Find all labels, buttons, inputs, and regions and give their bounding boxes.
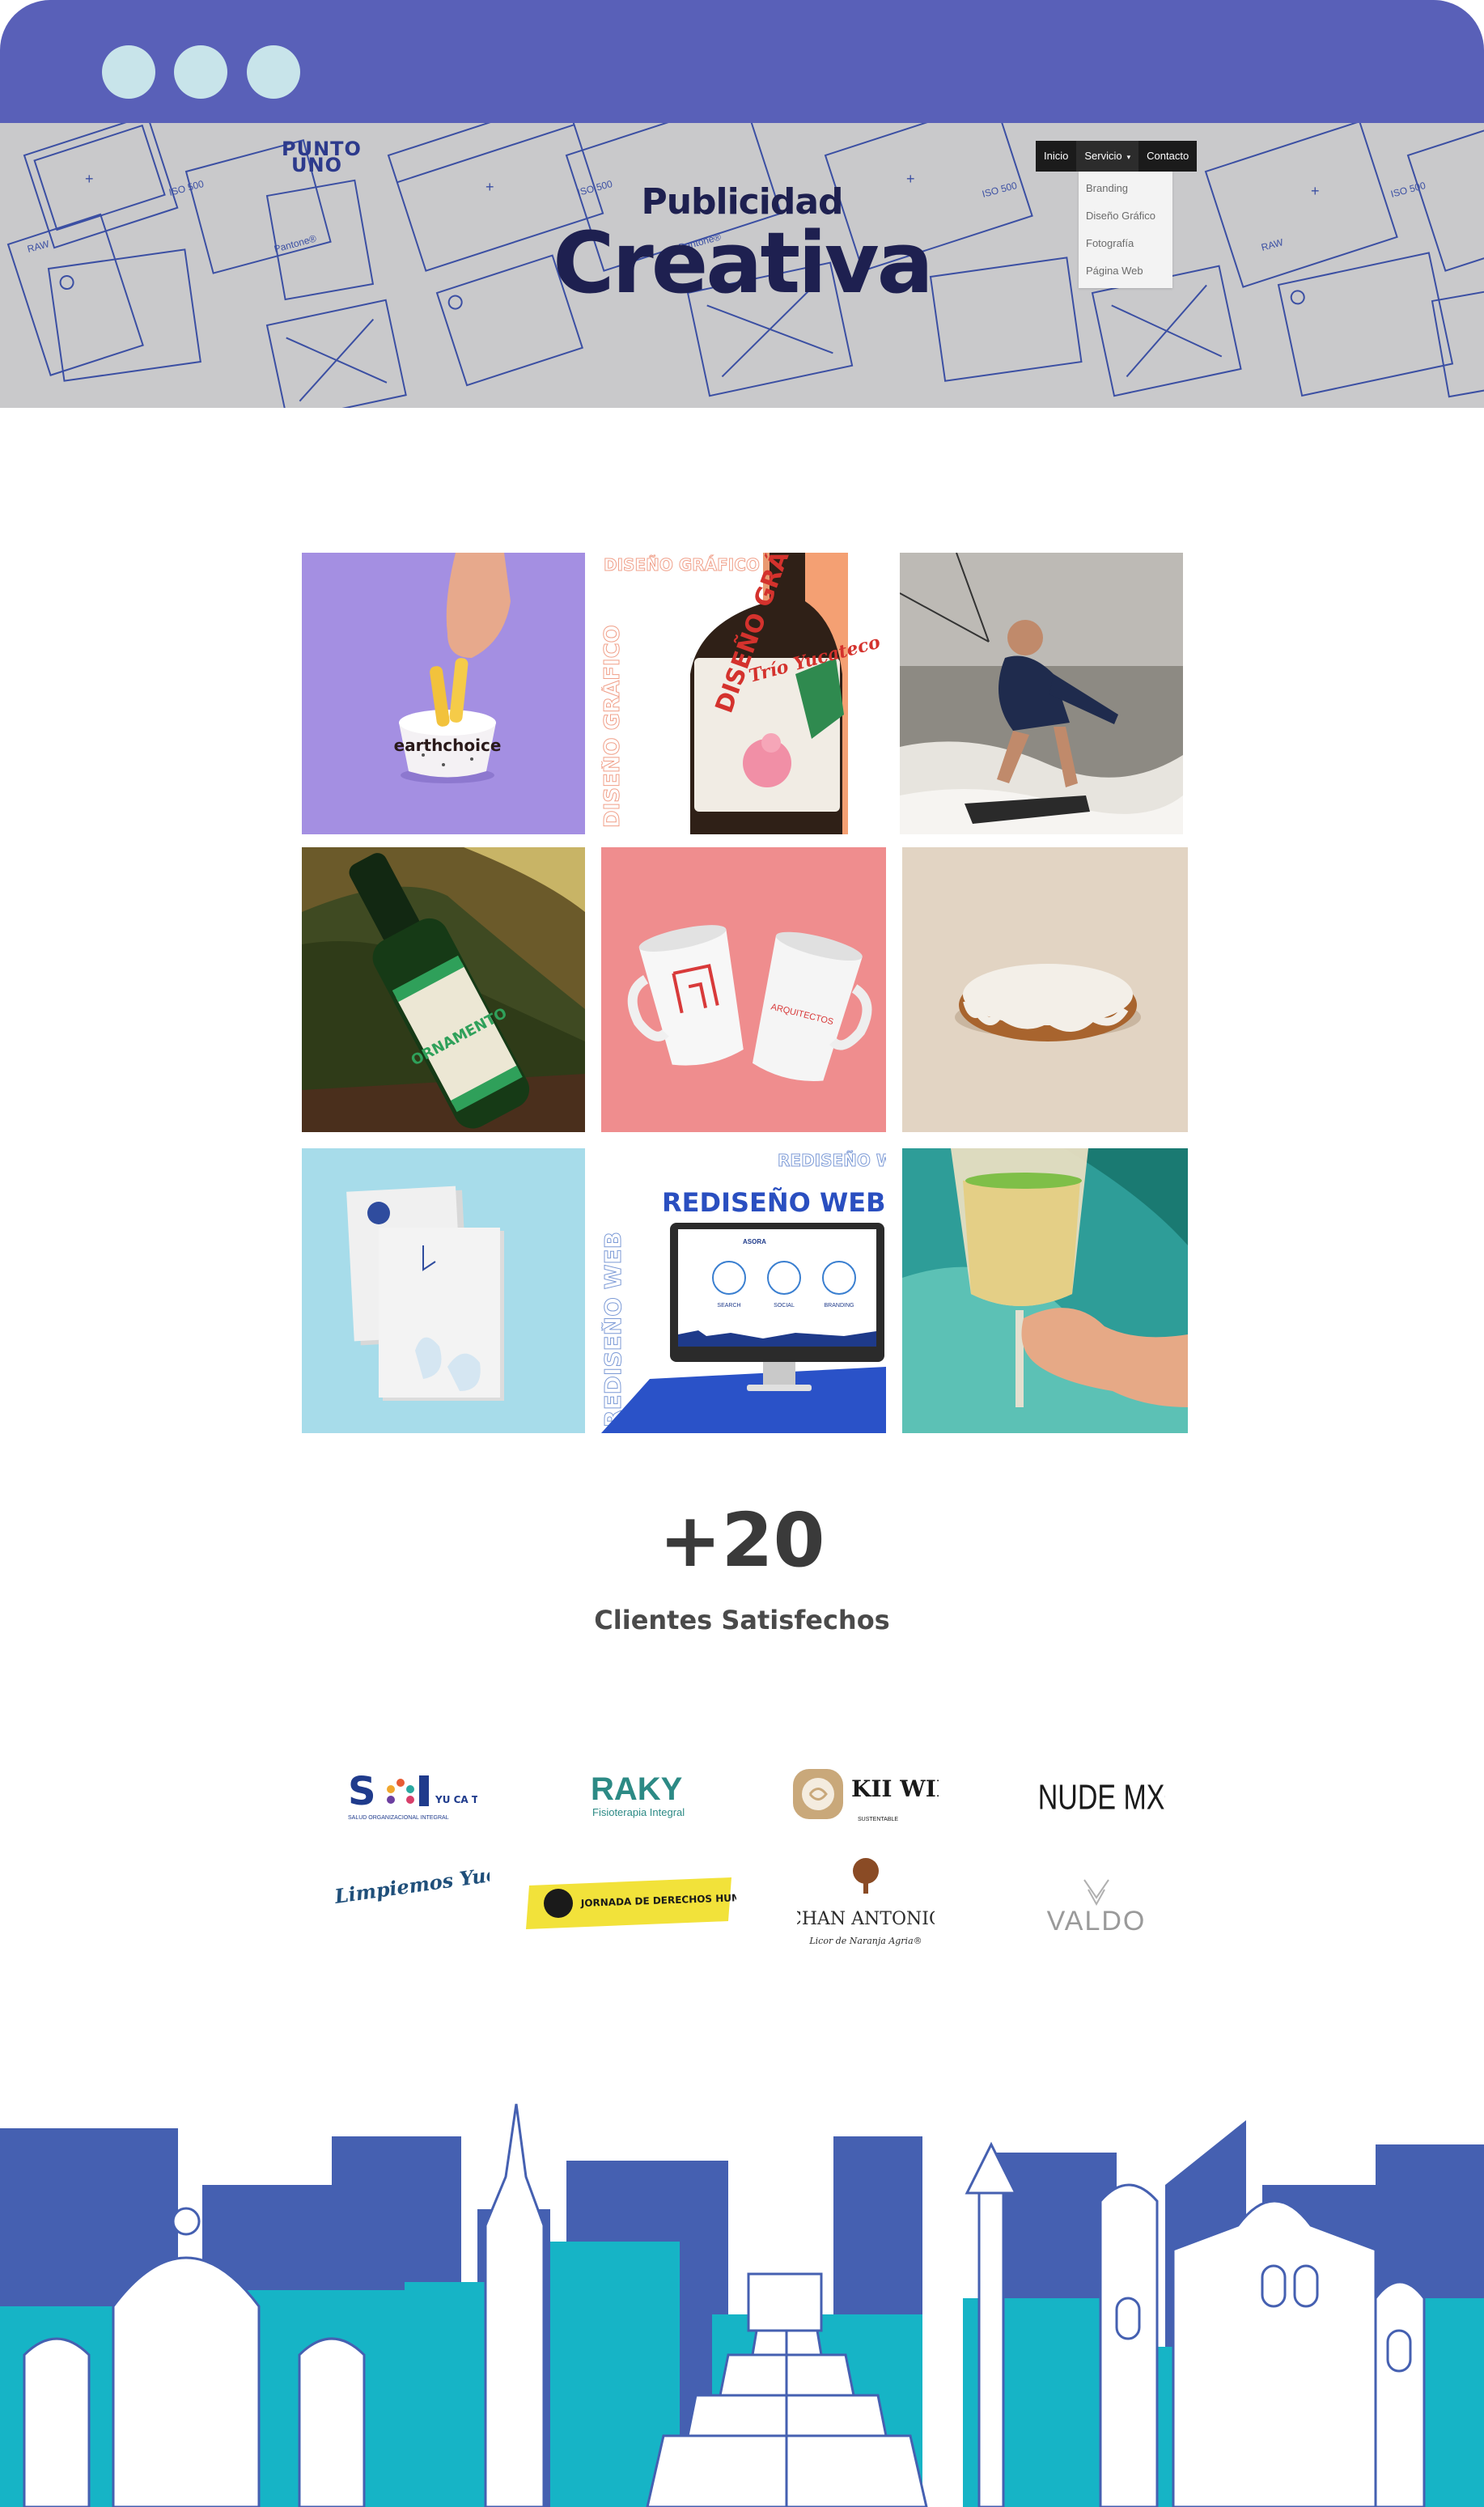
- clients-count: +20: [659, 1497, 825, 1584]
- nav-item-inicio[interactable]: Inicio: [1036, 141, 1076, 172]
- screen-column: SEARCH: [717, 1303, 740, 1309]
- client-logo-text: VALDO: [1047, 1906, 1147, 1936]
- gallery-tile-pastry[interactable]: [902, 847, 1188, 1132]
- tile-title: REDISEÑO WEB: [662, 1187, 886, 1218]
- client-logo-valdo[interactable]: VALDO: [1028, 1865, 1165, 1946]
- city-skyline-illustration: [0, 2103, 1484, 2507]
- brand-logo[interactable]: PUNTO UNO: [282, 139, 362, 175]
- client-logo-text: S: [348, 1769, 376, 1814]
- clients-count-label: Clientes Satisfechos: [594, 1605, 890, 1635]
- window-titlebar: [0, 0, 1484, 123]
- dropdown-item-diseno-grafico[interactable]: Diseño Gráfico: [1079, 202, 1172, 230]
- client-logo-tagline: SALUD ORGANIZACIONAL INTEGRAL: [348, 1815, 449, 1821]
- gallery-tile-kitesurfer[interactable]: [900, 553, 1183, 834]
- servicio-dropdown-menu: Branding Diseño Gráfico Fotografía Págin…: [1079, 172, 1172, 288]
- nav-item-contacto[interactable]: Contacto: [1138, 141, 1197, 172]
- hero-banner: Pantone® Pantone® ISO 500 ISO 500 ISO 50…: [0, 123, 1484, 408]
- client-logo-tagline: Licor de Naranja Agria®: [808, 1936, 922, 1946]
- tile-header: DISEÑO GRÁFICO: [604, 555, 760, 575]
- tile-side-text: DISEÑO GRÁFICO: [601, 625, 625, 828]
- client-logo-tagline: Fisioterapia Integral: [592, 1806, 685, 1818]
- screen-column: BRANDING: [825, 1303, 854, 1309]
- window-control-dot[interactable]: [247, 45, 300, 99]
- nav-item-label: Servicio: [1084, 150, 1122, 162]
- client-logo-limpiemos-yucatan[interactable]: Limpiemos Yucatán: [328, 1861, 490, 1942]
- gallery-tile-earthchoice[interactable]: earthchoice: [302, 553, 585, 834]
- client-logo-text: CHAN ANTONIO: [797, 1909, 935, 1929]
- window-control-dot[interactable]: [102, 45, 155, 99]
- client-logo-jornada-ddhh[interactable]: JORNADA DE DERECHOS HUMANOS AC: [524, 1871, 736, 1936]
- screen-column: SOCIAL: [774, 1303, 795, 1309]
- earthchoice-label: earthchoice: [394, 736, 502, 755]
- hero-title: Creativa: [553, 214, 934, 312]
- gallery-tile-web-redesign[interactable]: REDISEÑO WEB REDISEÑO WEB REDISEÑO WEB A…: [601, 1148, 886, 1433]
- client-logo-raky[interactable]: RAKY Fisioterapia Integral: [575, 1763, 712, 1827]
- client-logo-text: Limpiemos Yucatán: [333, 1861, 490, 1908]
- tile-header: REDISEÑO WEB: [778, 1151, 886, 1170]
- gallery-tile-wine[interactable]: [902, 1148, 1188, 1433]
- screen-label: ASORA: [743, 1238, 766, 1245]
- caret-down-icon: ▾: [1126, 153, 1131, 161]
- dropdown-item-pagina-web[interactable]: Página Web: [1079, 257, 1172, 285]
- dropdown-item-branding[interactable]: Branding: [1079, 175, 1172, 202]
- gallery-tile-mugs[interactable]: ARQUITECTOS: [601, 847, 886, 1132]
- client-logo-nude-mx[interactable]: NUDE MX®: [1028, 1768, 1165, 1825]
- client-logo-text: NUDE MX®: [1038, 1777, 1165, 1817]
- gallery-tile-stationery[interactable]: [302, 1148, 585, 1433]
- gallery-tile-green-bottle[interactable]: ORNAMENTO: [302, 847, 585, 1132]
- client-logo-text: KII WIK: [851, 1775, 939, 1802]
- main-nav: Inicio Servicio ▾ Contacto: [1036, 141, 1198, 172]
- client-logo-chan-antonio[interactable]: CHAN ANTONIO Licor de Naranja Agria®: [797, 1853, 935, 1958]
- client-logo-small: YU CA TÁN: [435, 1793, 477, 1805]
- client-logo-kiiwik[interactable]: KII WIK SUSTENTABLE: [785, 1758, 939, 1832]
- nav-item-servicio[interactable]: Servicio ▾: [1076, 141, 1139, 172]
- client-logo-tagline: SUSTENTABLE: [858, 1817, 898, 1822]
- dropdown-item-fotografia[interactable]: Fotografía: [1079, 230, 1172, 257]
- client-logo-sol-yucatan[interactable]: S YU CA TÁN SALUD ORGANIZACIONAL INTEGRA…: [340, 1763, 477, 1827]
- tile-side-text: REDISEÑO WEB: [601, 1232, 626, 1427]
- gallery-tile-beer-design[interactable]: DISEÑO GRÁFICO DISEÑO GRÁFICO DISEÑO GRÁ…: [601, 553, 884, 834]
- client-logo-text: RAKY: [591, 1771, 683, 1807]
- window-control-dot[interactable]: [174, 45, 227, 99]
